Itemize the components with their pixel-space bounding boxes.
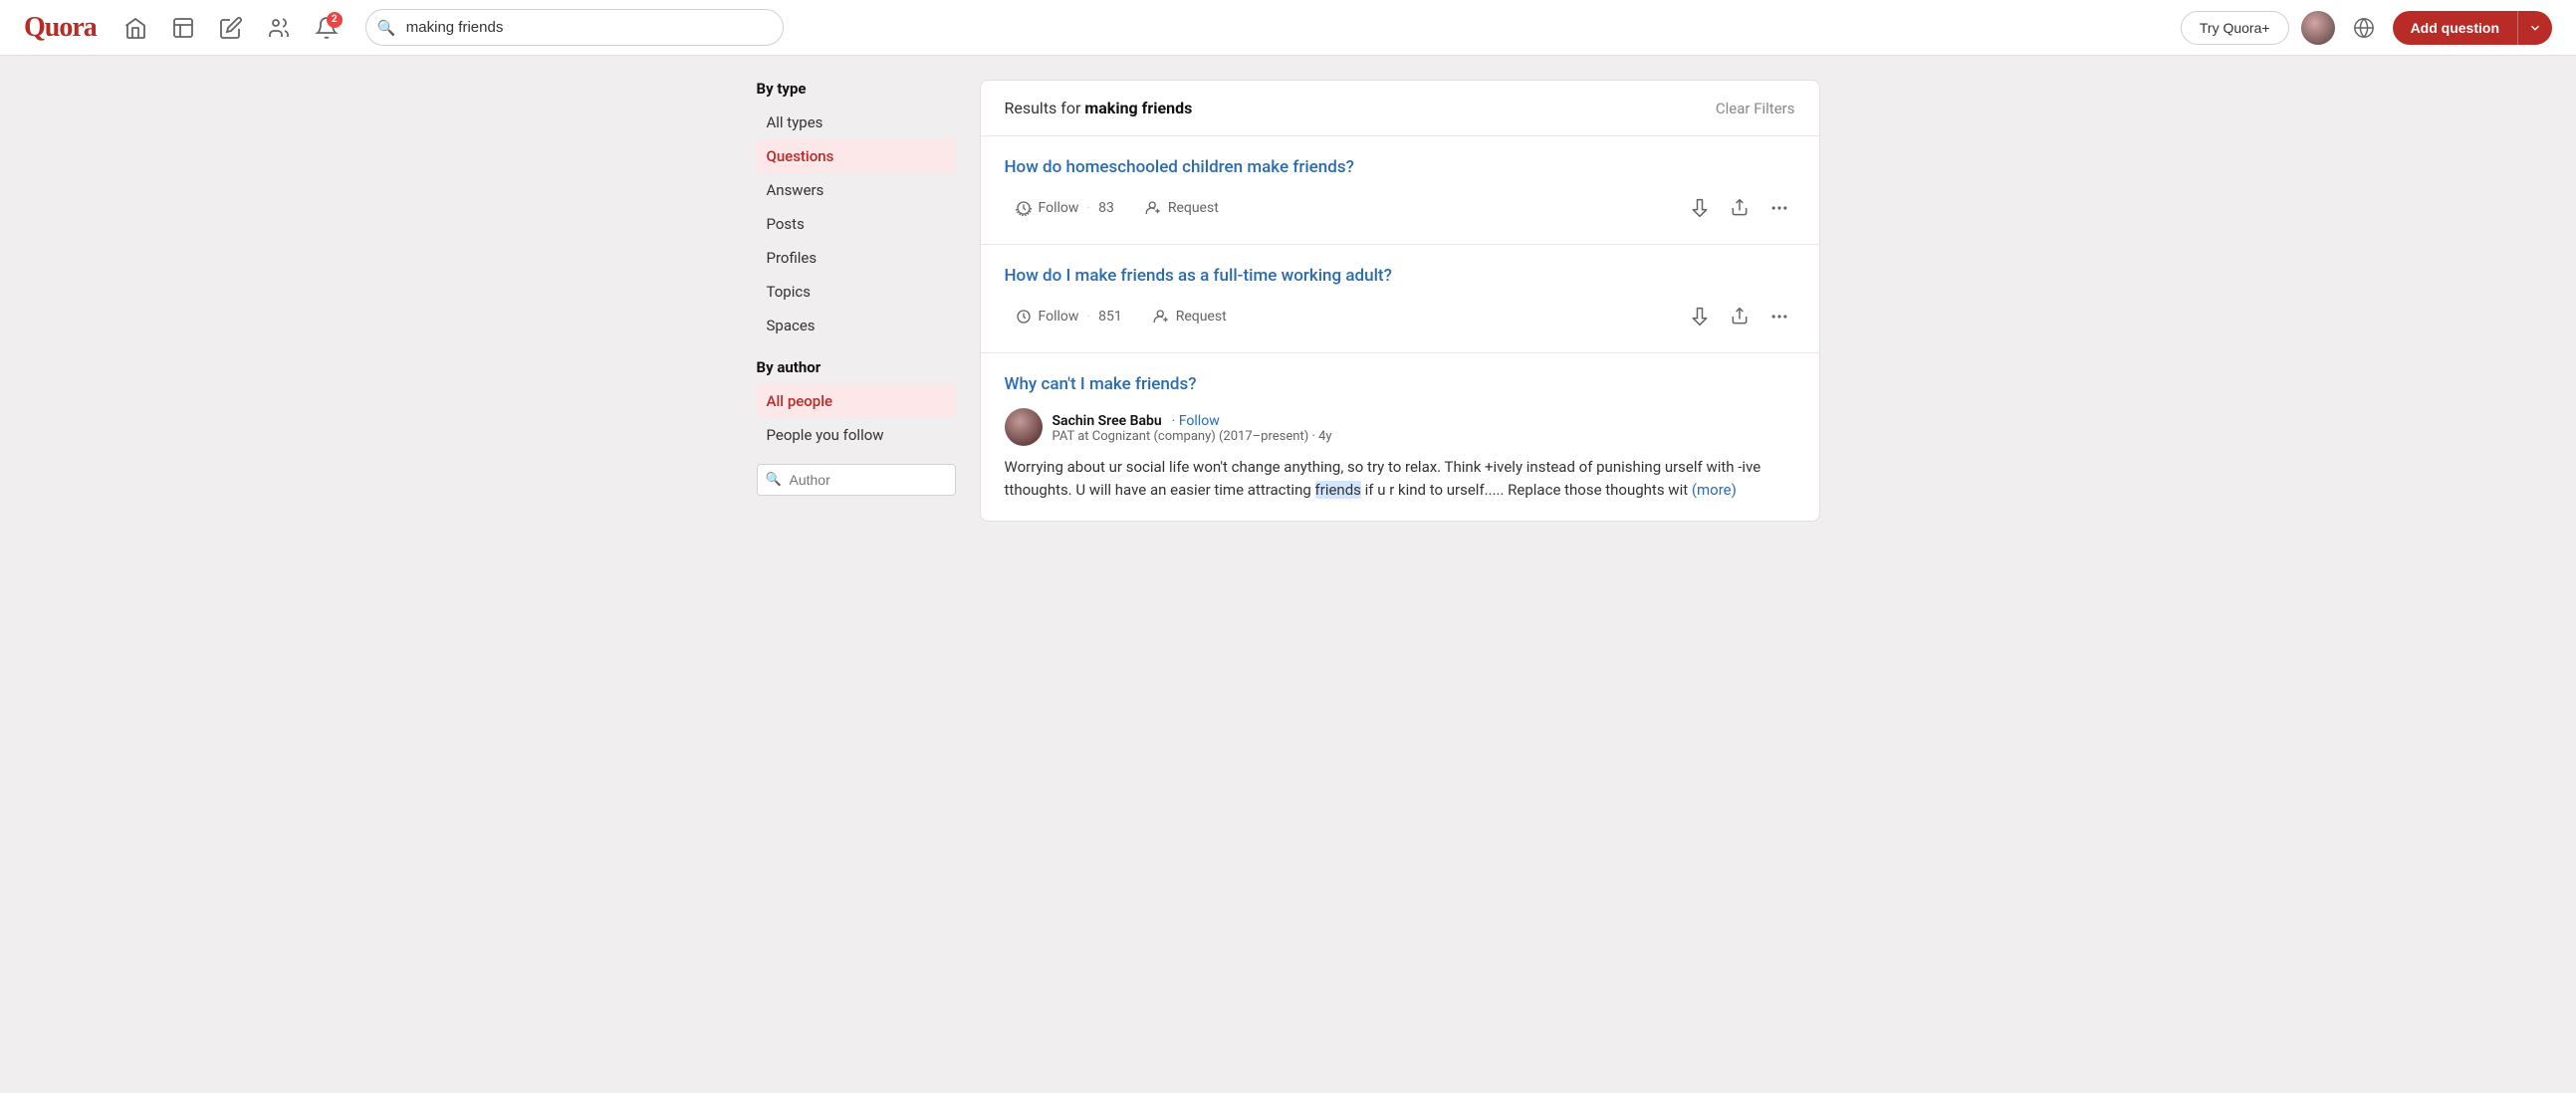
sidebar-item-posts[interactable]: Posts [757,207,956,241]
follow-button-q2[interactable]: Follow · 851 [1005,304,1132,329]
clear-filters-button[interactable]: Clear Filters [1716,100,1795,117]
result-question-link-q3[interactable]: Why can't I make friends? [1005,373,1795,397]
downvote-button-q1[interactable] [1684,192,1716,224]
more-icon-q2 [1769,307,1789,327]
results-title: Results for making friends [1005,99,1193,117]
by-author-title: By author [757,358,956,376]
search-bar: 🔍 [365,9,784,46]
highlight-friends-snippet-q3: friends [1315,481,1361,499]
globe-icon [2353,17,2375,39]
add-question-wrapper: Add question [2393,11,2552,45]
by-type-title: By type [757,80,956,98]
highlight-friends-q3: friends [1135,374,1188,394]
search-input[interactable] [365,9,784,46]
language-icon[interactable] [2347,11,2381,45]
header-right: Try Quora+ Add question [2181,11,2552,45]
result-right-actions-q2 [1684,301,1795,332]
author-search-input[interactable] [757,464,956,496]
highlight-friends-q1: friends [1292,157,1345,177]
share-button-q2[interactable] [1724,301,1756,332]
follow-label-q2: Follow [1039,309,1079,325]
action-dot-q2: · [1086,309,1090,325]
header: Quora [0,0,2576,56]
follow-icon-q2 [1015,308,1033,326]
user-avatar[interactable] [2301,11,2335,45]
author-name-row-q3: Sachin Sree Babu · Follow [1053,410,1332,429]
author-name-q3[interactable]: Sachin Sree Babu [1053,413,1162,429]
sidebar-item-people-you-follow[interactable]: People you follow [757,418,956,452]
sidebar-item-profiles[interactable]: Profiles [757,241,956,275]
more-button-q3[interactable]: (more) [1692,481,1737,499]
author-follow-button-q3[interactable]: · Follow [1172,413,1220,429]
downvote-button-q2[interactable] [1684,301,1716,332]
result-actions-q2: Follow · 851 Request [1005,301,1795,332]
notification-badge: 2 [327,12,343,28]
main-layout: By type All types Questions Answers Post… [741,80,1836,522]
home-nav-icon[interactable] [117,9,154,47]
avatar-image [2301,11,2335,45]
share-icon-q2 [1730,307,1750,327]
quora-logo[interactable]: Quora [24,12,97,44]
request-button-q2[interactable]: Request [1142,304,1237,329]
search-icon: 🔍 [377,19,396,37]
result-actions-q1: Follow · 83 Request [1005,192,1795,224]
follow-count-q2: 851 [1098,309,1122,325]
author-search: 🔍 [757,464,956,496]
people-icon [267,16,291,40]
chevron-down-icon [2528,21,2542,35]
author-search-icon: 🔍 [766,473,782,488]
share-icon-q1 [1730,198,1750,218]
sidebar-item-spaces[interactable]: Spaces [757,309,956,342]
more-button-q1[interactable] [1763,192,1795,224]
try-quora-button[interactable]: Try Quora+ [2181,11,2289,45]
request-label-q1: Request [1168,200,1219,216]
notification-nav-icon[interactable]: 2 [308,9,346,47]
result-question-link-q1[interactable]: How do homeschooled children make friend… [1005,156,1795,180]
result-item-q1: How do homeschooled children make friend… [981,136,1819,245]
results-prefix: Results for [1005,99,1085,117]
sidebar-item-topics[interactable]: Topics [757,275,956,309]
sidebar-item-all-people[interactable]: All people [757,384,956,418]
main-nav: 2 [117,9,346,47]
result-item-q2: How do I make friends as a full-time wor… [981,245,1819,353]
request-label-q2: Request [1176,309,1227,325]
search-results: Results for making friends Clear Filters… [980,80,1820,522]
author-info-q3: Sachin Sree Babu · Follow PAT at Cogniza… [1053,410,1332,444]
action-dot-q1: · [1086,200,1090,216]
results-query: making friends [1084,99,1192,117]
sidebar-item-all-types[interactable]: All types [757,106,956,139]
result-right-actions-q1 [1684,192,1795,224]
more-button-q2[interactable] [1763,301,1795,332]
result-item-q3: Why can't I make friends? Sachin Sree Ba… [981,353,1819,522]
follow-icon-q1 [1015,199,1033,217]
results-header: Results for making friends Clear Filters [981,81,1819,136]
write-nav-icon[interactable] [212,9,250,47]
feed-nav-icon[interactable] [164,9,202,47]
add-question-dropdown-button[interactable] [2517,11,2552,45]
spaces-nav-icon[interactable] [260,9,298,47]
sidebar-item-questions[interactable]: Questions [757,139,956,173]
result-snippet-q3: Worrying about ur social life won't chan… [1005,456,1795,501]
follow-button-q1[interactable]: Follow · 83 [1005,195,1124,221]
author-meta-q3: PAT at Cognizant (company) (2017–present… [1053,429,1332,444]
share-button-q1[interactable] [1724,192,1756,224]
author-avatar-q3 [1005,408,1043,446]
request-icon-q1 [1144,199,1162,217]
sidebar: By type All types Questions Answers Post… [757,80,956,522]
more-icon-q1 [1769,198,1789,218]
highlight-friends-q2: friends [1121,266,1174,286]
request-button-q1[interactable]: Request [1134,195,1229,221]
result-question-link-q2[interactable]: How do I make friends as a full-time wor… [1005,265,1795,289]
add-question-button[interactable]: Add question [2393,11,2517,45]
follow-count-q1: 83 [1098,200,1114,216]
result-author-row-q3: Sachin Sree Babu · Follow PAT at Cogniza… [1005,408,1795,446]
edit-icon [219,16,243,40]
request-icon-q2 [1152,308,1170,326]
sidebar-item-answers[interactable]: Answers [757,173,956,207]
downvote-icon-q1 [1690,198,1710,218]
home-icon [123,16,147,40]
follow-label-q1: Follow [1039,200,1079,216]
feed-icon [171,16,195,40]
downvote-icon-q2 [1690,307,1710,327]
